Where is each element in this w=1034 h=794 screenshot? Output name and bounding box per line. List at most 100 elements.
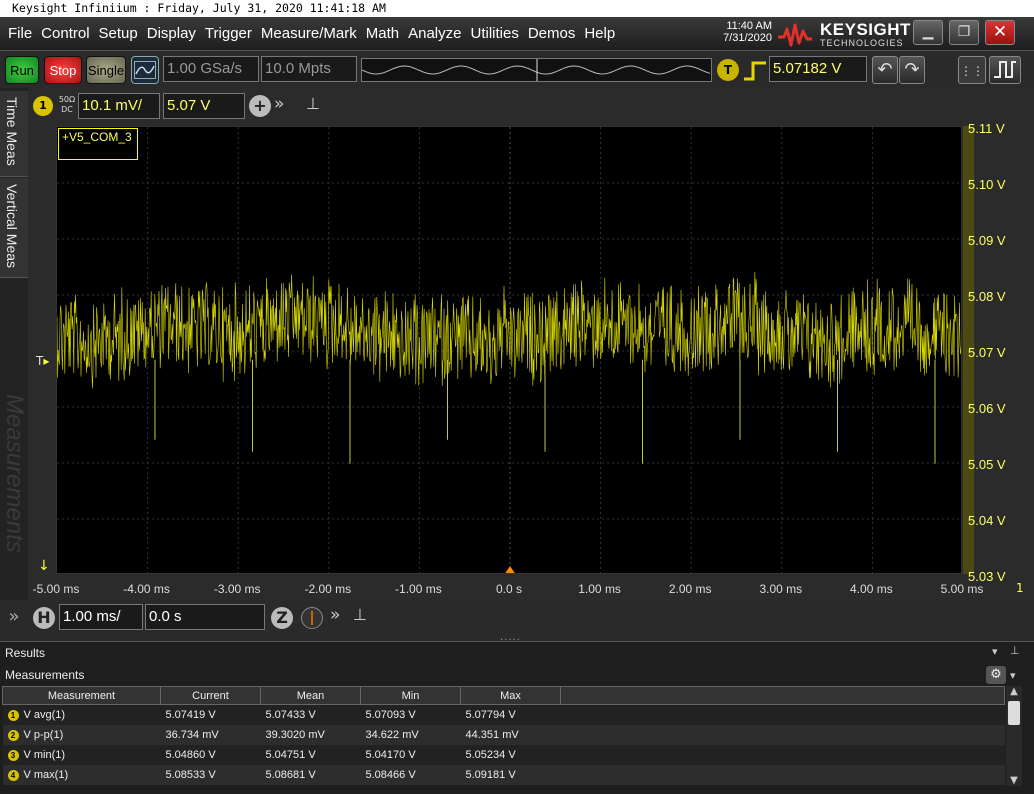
x-tick-label: 1.00 ms	[578, 582, 621, 596]
time-position-field[interactable]: 0.0 s	[145, 604, 265, 630]
side-tab-strip: Time Meas Vertical Meas Measurements	[0, 88, 28, 608]
meas-current-cell: 5.07419 V	[160, 704, 261, 725]
meas-max-cell: 5.09181 V	[460, 764, 561, 785]
trigger-position-marker-icon[interactable]	[504, 566, 516, 574]
minimize-button[interactable]: ▁	[913, 20, 943, 45]
x-tick-label: -2.00 ms	[304, 582, 352, 596]
results-scrollbar[interactable]: ▲ ▼	[1006, 686, 1022, 786]
sample-rate-field[interactable]: 1.00 GSa/s	[163, 56, 259, 82]
menu-help[interactable]: Help	[584, 25, 615, 42]
single-button[interactable]: Single	[86, 56, 126, 84]
x-tick-label: 2.00 ms	[668, 582, 712, 596]
expand-chevron-icon[interactable]: »	[274, 94, 284, 114]
table-row[interactable]: 1 V avg(1) 5.07419 V 5.07433 V 5.07093 V 5.07…	[2, 704, 1005, 725]
measurement-index-badge: 1	[7, 709, 19, 721]
ground-marker-icon[interactable]: ↓	[38, 558, 50, 574]
menu-setup[interactable]: Setup	[99, 25, 138, 42]
row-spacer	[560, 764, 1005, 785]
channel-1-trace	[57, 272, 961, 389]
measurement-name: V p-p(1)	[23, 728, 64, 741]
memory-depth-field[interactable]: 10.0 Mpts	[261, 56, 357, 82]
table-row[interactable]: 2 V p-p(1) 36.734 mV 39.3020 mV 34.622 mV 44.…	[2, 724, 1005, 745]
autoscale-button[interactable]	[131, 56, 159, 84]
column-min[interactable]: Min	[360, 686, 461, 705]
maximize-button[interactable]: ❐	[949, 20, 979, 45]
results-dropdown-icon[interactable]: ▾	[992, 645, 998, 658]
measurement-name: V min(1)	[23, 748, 66, 761]
x-tick-label: 0.0 s	[495, 582, 523, 596]
measurements-tab[interactable]: Measurements	[5, 668, 84, 682]
trigger-badge[interactable]: T	[717, 59, 739, 81]
undo-button[interactable]: ↶	[872, 56, 898, 84]
x-tick-label: 4.00 ms	[850, 582, 893, 596]
tab-vertical-meas-label: Vertical Meas	[4, 184, 20, 269]
main-menu: File Control Setup Display Trigger Measu…	[8, 25, 615, 42]
tab-measurements[interactable]: Measurements	[0, 388, 28, 568]
column-max[interactable]: Max	[460, 686, 561, 705]
pin-icon[interactable]: ⊥	[306, 94, 320, 113]
menu-control[interactable]: Control	[41, 25, 89, 42]
menu-analyze[interactable]: Analyze	[408, 25, 461, 42]
scroll-thumb[interactable]	[1008, 701, 1020, 725]
clock-date: 7/31/2020	[723, 32, 772, 44]
touch-mode-button[interactable]	[989, 56, 1021, 84]
trigger-level-field[interactable]: 5.07182 V	[769, 56, 867, 82]
undo-icon: ↶	[877, 59, 893, 80]
column-mean[interactable]: Mean	[260, 686, 361, 705]
column-measurement[interactable]: Measurement	[2, 686, 161, 705]
stop-button[interactable]: Stop	[44, 56, 82, 84]
menu-measure-mark[interactable]: Measure/Mark	[261, 25, 357, 42]
x-tick-label: -5.00 ms	[32, 582, 80, 596]
row-spacer	[560, 724, 1005, 745]
channel-1-offset-field[interactable]: 5.07 V	[163, 93, 245, 119]
tab-time-meas[interactable]: Time Meas	[0, 91, 28, 177]
meas-name-cell: 3 V min(1)	[2, 744, 161, 765]
trigger-level-marker[interactable]: T▸	[36, 354, 49, 368]
settings-dropdown-icon[interactable]: ▾	[1010, 669, 1016, 682]
delay-knob-icon[interactable]	[301, 607, 323, 629]
menu-trigger[interactable]: Trigger	[205, 25, 252, 42]
table-row[interactable]: 4 V max(1) 5.08533 V 5.08681 V 5.08466 V 5.09…	[2, 764, 1005, 785]
channel-1-badge[interactable]: 1	[33, 96, 53, 116]
menu-utilities[interactable]: Utilities	[470, 25, 518, 42]
scroll-up-icon[interactable]: ▲	[1006, 686, 1022, 697]
y-tick-label: 5.08 V	[968, 288, 1006, 304]
channel-1-coupling: DC	[61, 105, 73, 114]
zoom-badge[interactable]: Z	[271, 607, 293, 629]
meas-mean-cell: 5.07433 V	[260, 704, 361, 725]
x-tick-label: -4.00 ms	[123, 582, 170, 596]
horizontal-expand-chevron-icon[interactable]: »	[330, 605, 340, 625]
measurements-table: Measurement Current Mean Min Max 1 V avg(…	[2, 686, 1005, 785]
results-pin-icon[interactable]: ⊥	[1010, 644, 1020, 657]
menu-file[interactable]: File	[8, 25, 32, 42]
measurement-index-badge: 4	[7, 769, 19, 781]
y-tick-label: 5.09 V	[968, 232, 1006, 248]
rising-edge-icon[interactable]	[742, 60, 768, 82]
settings-gear-icon[interactable]: ⚙	[986, 666, 1006, 684]
close-button[interactable]: ✕	[985, 20, 1015, 45]
menu-display[interactable]: Display	[147, 25, 196, 42]
results-title: Results	[5, 646, 46, 660]
toolbar-grip[interactable]: ⋮⋮	[958, 56, 986, 84]
y-tick-label: 5.11 V	[968, 120, 1005, 136]
tab-vertical-meas[interactable]: Vertical Meas	[0, 178, 28, 278]
horizontal-badge[interactable]: H	[33, 607, 55, 629]
run-button[interactable]: Run	[5, 56, 39, 84]
acquisition-overview[interactable]	[361, 58, 712, 82]
horizontal-pin-icon[interactable]: ⊥	[353, 605, 367, 624]
channel-1-label[interactable]: +V5_COM_3	[58, 128, 138, 160]
scroll-down-icon[interactable]: ▼	[1006, 775, 1022, 786]
time-scale-field[interactable]: 1.00 ms/	[59, 604, 143, 630]
menu-demos[interactable]: Demos	[528, 25, 576, 42]
tab-time-meas-label: Time Meas	[4, 97, 20, 166]
waveform-display[interactable]: +V5_COM_3	[56, 126, 962, 574]
y-tick-label: 5.07 V	[968, 344, 1006, 360]
collapse-chevron-icon[interactable]: »	[2, 606, 26, 630]
column-current[interactable]: Current	[160, 686, 261, 705]
table-row[interactable]: 3 V min(1) 5.04860 V 5.04751 V 5.04170 V 5.05…	[2, 744, 1005, 765]
redo-button[interactable]: ↷	[899, 56, 925, 84]
menu-math[interactable]: Math	[366, 25, 399, 42]
channel-1-scale-field[interactable]: 10.1 mV/	[78, 93, 160, 119]
add-waveform-button[interactable]: +	[249, 95, 271, 117]
y-tick-label: 5.05 V	[968, 456, 1006, 472]
